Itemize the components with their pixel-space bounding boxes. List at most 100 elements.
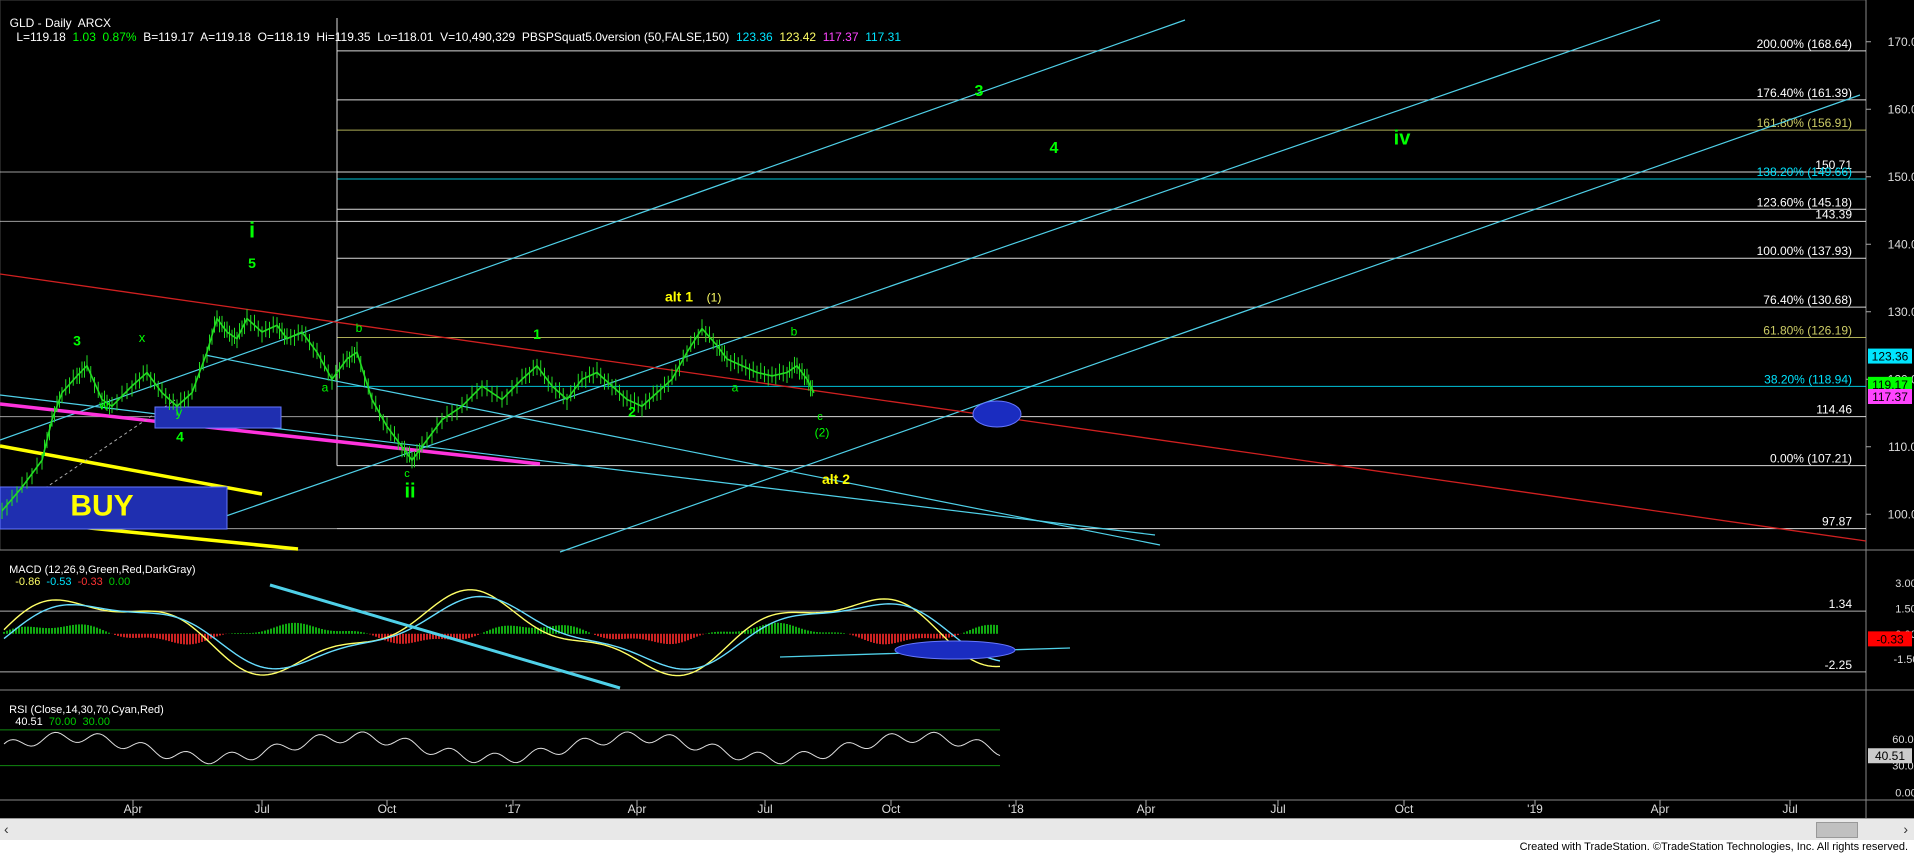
macd-axis-label: 1.50 (1895, 603, 1914, 615)
quote-item-5: O=118.19 (250, 30, 310, 44)
rsi-header: RSI (Close,14,30,70,Cyan,Red) 40.51 70.0… (3, 692, 164, 728)
chart-canvas[interactable]: 100.00 110.00 1 2 0.00 130.00 140.00 150.00 160.… (0, 0, 1914, 818)
quote-item-11: 123.42 (772, 30, 817, 44)
wave-label: b (356, 321, 363, 335)
wave-label: a (732, 380, 739, 394)
price-flag-label: 117.37 (1872, 390, 1908, 404)
wave-label: y (176, 404, 183, 419)
wave-label: 3 (975, 83, 984, 100)
wave-label: 3 (73, 333, 81, 349)
price-axis-label: 110.00 (1888, 440, 1914, 454)
time-axis-label: Jul (757, 802, 772, 816)
scroll-thumb[interactable] (1816, 822, 1858, 838)
time-axis-label: Oct (1395, 802, 1414, 816)
price-axis-label: 140.00 (1888, 237, 1914, 251)
fib-level-label: 161.80% (156.91) (1757, 116, 1852, 130)
quote-item-0: L=119.18 (9, 30, 66, 44)
macd-header: MACD (12,26,9,Green,Red,DarkGray) -0.86 … (3, 552, 196, 588)
macd-name: MACD (12,26,9,Green,Red,DarkGray) (9, 564, 196, 576)
fib-level-label: 138.20% (149.66) (1757, 165, 1852, 179)
rsi-axis-label: 0.00 (1895, 787, 1914, 799)
trend-channel-line (559, 94, 1861, 553)
rsi-name: RSI (Close,14,30,70,Cyan,Red) (9, 704, 164, 716)
time-axis-label: Apr (124, 802, 143, 816)
quote-item-3: B=119.17 (136, 30, 195, 44)
price-axis-label: 150.00 (1888, 170, 1914, 184)
rsi-axis-label: 60.00 (1892, 734, 1914, 746)
macd-trend-line (269, 583, 621, 690)
macd-zone-ellipse (894, 640, 1016, 660)
rsi-value-2: 30.00 (76, 716, 111, 728)
quote-item-2: 0.87% (95, 30, 137, 44)
fib-level-label: 0.00% (107.21) (1770, 452, 1852, 466)
scroll-right-arrow[interactable]: › (1903, 821, 1908, 837)
time-axis-label: '17 (505, 802, 521, 816)
wave-label: 2 (628, 403, 636, 419)
wave-label: iv (1394, 127, 1412, 149)
quote-item-8: V=10,490,329 (433, 30, 516, 44)
time-axis-label: Jul (1270, 802, 1285, 816)
rsi-values: 40.51 70.00 30.00 (9, 716, 110, 728)
macd-value-3: 0.00 (102, 576, 131, 588)
time-axis-label: Apr (1137, 802, 1156, 816)
macd-value-1: -0.53 (40, 576, 72, 588)
fib-level-label: 100.00% (137.93) (1757, 244, 1852, 258)
trend-channel-line (204, 354, 1161, 546)
macd-axis-label: -1.50 (1893, 654, 1914, 666)
wave-label: a (322, 380, 329, 394)
wave-label: c (404, 468, 410, 480)
rsi-flag-label: 40.51 (1875, 749, 1905, 763)
time-axis-label: Jul (254, 802, 269, 816)
fib-level-label: 200.00% (168.64) (1757, 37, 1852, 51)
fib-level-label: 38.20% (118.94) (1764, 372, 1852, 386)
symbol-label: GLD - Daily ARCX (9, 16, 112, 30)
macd-value-2: -0.33 (71, 576, 103, 588)
trend-channel-line (0, 19, 1186, 441)
price-panel (0, 0, 1867, 551)
wave-label: 4 (1050, 140, 1059, 157)
quote-item-13: 117.31 (858, 30, 902, 44)
support-zone-box (154, 406, 282, 429)
horizontal-scrollbar[interactable]: ‹ › (0, 818, 1914, 841)
wave-label: i (249, 218, 255, 243)
wave-label: 4 (176, 428, 184, 444)
wave-label: 5 (248, 255, 256, 271)
time-axis-label: Jul (1782, 802, 1797, 816)
fib-level-label: 143.39 (1815, 207, 1852, 221)
wave-label: w (98, 398, 109, 413)
quote-item-1: 1.03 (65, 30, 96, 44)
wave-label: 1 (533, 326, 541, 342)
time-axis-label: Apr (628, 802, 647, 816)
time-axis-label: '19 (1527, 802, 1543, 816)
price-axis-label: 160.00 (1888, 102, 1914, 116)
time-axis-label: '18 (1008, 802, 1024, 816)
credit-text: Created with TradeStation. ©TradeStation… (1519, 841, 1908, 853)
price-flag-label: 123.36 (1872, 350, 1909, 364)
quote-item-10: 123.36 (729, 30, 773, 44)
quote-item-6: Hi=119.35 (309, 30, 371, 44)
quote-item-7: Lo=118.01 (370, 30, 434, 44)
price-axis-label: 100.00 (1888, 507, 1914, 521)
macd-level-label: -2.25 (1825, 658, 1853, 672)
fib-level-label: 114.46 (1816, 403, 1852, 417)
wave-label: c (817, 411, 823, 423)
time-axis-label: Oct (378, 802, 397, 816)
scroll-left-arrow[interactable]: ‹ (4, 821, 9, 837)
time-axis-label: Apr (1651, 802, 1670, 816)
price-axis-label: 130.00 (1888, 305, 1914, 319)
price-header: GLD - Daily ARCX L=119.18 1.03 0.87% B=1… (3, 2, 901, 44)
rsi-value-1: 70.00 (42, 716, 77, 728)
fib-level-label: 176.40% (161.39) (1757, 86, 1852, 100)
wave-label: (2) (815, 426, 830, 440)
rsi-line (3, 731, 1001, 765)
wave-label: x (139, 330, 146, 345)
wave-label: BUY (70, 490, 133, 523)
target-zone-ellipse (972, 400, 1022, 428)
fib-level-label: 61.80% (126.19) (1763, 323, 1852, 337)
quote-items: L=119.18 1.03 0.87% B=119.17 A=119.18 O=… (10, 30, 901, 44)
quote-item-12: 117.37 (816, 30, 859, 44)
time-axis-label: Oct (882, 802, 901, 816)
fib-level-label: 76.40% (130.68) (1763, 293, 1852, 307)
price-axis-label: 170.00 (1888, 35, 1914, 49)
quote-item-9: PBSPSquat5.0version (50,FALSE,150) (515, 30, 730, 44)
